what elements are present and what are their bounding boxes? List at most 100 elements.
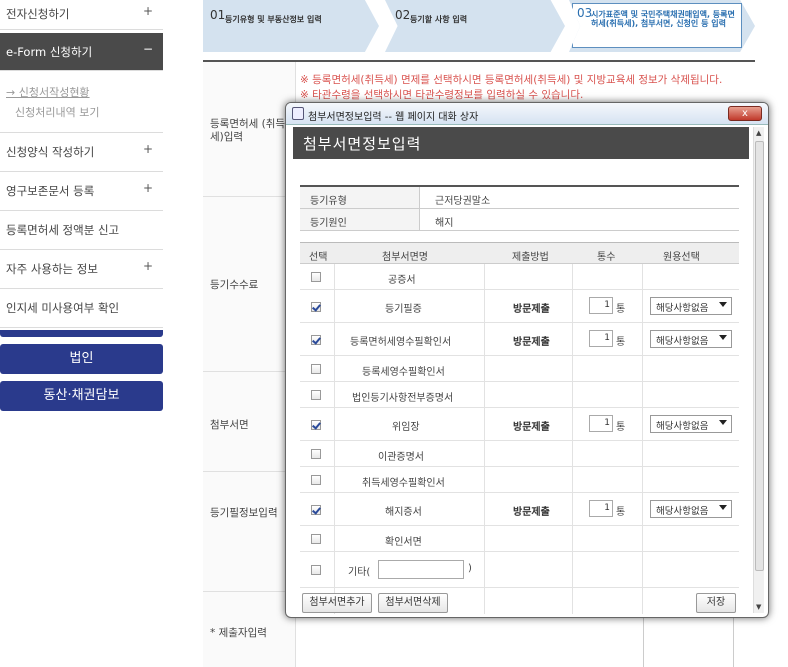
- info-key-cell: 등기유형: [300, 187, 420, 208]
- attachment-name: 등록세영수필확인서: [362, 367, 445, 378]
- sidebar-item-label: 신청양식 작성하기: [6, 145, 95, 159]
- attachment-name: 공증서: [388, 275, 416, 286]
- step-number: 01: [210, 8, 226, 22]
- table-header: 선택 첨부서면명 제출방법 통수 원용선택: [300, 242, 739, 264]
- expand-icon[interactable]: +: [143, 142, 153, 156]
- divider: [0, 330, 163, 337]
- row-checkbox[interactable]: [311, 272, 321, 282]
- table-row: 등록면허세영수필확인서 방문제출 1 통 해당사항없음: [300, 323, 739, 356]
- info-row: 등기원인 해지: [300, 209, 739, 231]
- scroll-thumb[interactable]: [755, 141, 764, 571]
- sidebar-item-stamp-tax-check[interactable]: 인지세 미사용여부 확인: [0, 289, 163, 328]
- table-row: 등록세영수필확인서: [300, 356, 739, 382]
- row-checkbox[interactable]: [311, 302, 321, 312]
- scroll-down-icon[interactable]: ▼: [756, 603, 761, 611]
- attachment-name: 등록면허세영수필확인서: [350, 337, 452, 348]
- sidebar-item-registration-tax[interactable]: 등록면허세 정액분 신고: [0, 211, 163, 250]
- info-row: 등기유형 근저당권말소: [300, 187, 739, 209]
- sidebar-subitem-application-status[interactable]: → 신청서작성현황: [6, 84, 90, 100]
- corporation-button[interactable]: 법인: [0, 344, 163, 374]
- row-checkbox[interactable]: [311, 335, 321, 345]
- close-button[interactable]: x: [728, 106, 762, 121]
- row-checkbox[interactable]: [311, 449, 321, 459]
- attachment-table: 선택 첨부서면명 제출방법 통수 원용선택 공증서 등기필증 방문제출 1 통 …: [300, 242, 739, 614]
- reference-select[interactable]: 해당사항없음: [650, 415, 732, 433]
- step-1: 01 등기유형 및 부동산정보 입력: [203, 0, 379, 52]
- dialog-window-title: 첨부서면정보입력 -- 웹 페이지 대화 상자: [308, 112, 479, 123]
- reference-select[interactable]: 해당사항없음: [650, 297, 732, 315]
- attachment-name: 이관증명서: [378, 452, 424, 463]
- row-checkbox[interactable]: [311, 565, 321, 575]
- form-row-label: 등록면허세 (취득세)입력: [210, 118, 286, 143]
- form-row-label: * 제출자입력: [210, 627, 267, 639]
- step-label: 등기유형 및 부동산정보 입력: [225, 15, 322, 24]
- step-label: 등기할 사항 입력: [410, 15, 468, 24]
- etc-input[interactable]: [378, 560, 464, 579]
- count-input[interactable]: 1: [589, 330, 613, 347]
- form-row-label: 등기필정보입력: [210, 507, 278, 519]
- count-unit: 통: [616, 304, 626, 315]
- form-row-header: 등록면허세 (취득세)입력: [203, 62, 296, 196]
- info-key: 등기원인: [310, 218, 347, 229]
- step-2: 02 등기할 사항 입력: [385, 0, 565, 52]
- sidebar-item-write-form[interactable]: 신청양식 작성하기 +: [0, 133, 163, 172]
- scrollbar[interactable]: ▲ ▼: [753, 127, 764, 613]
- row-checkbox[interactable]: [311, 364, 321, 374]
- dialog-header: 첨부서면정보입력: [293, 127, 749, 159]
- select-value: 해당사항없음: [656, 421, 709, 432]
- scroll-up-icon[interactable]: ▲: [756, 129, 761, 137]
- select-value: 해당사항없음: [656, 336, 709, 347]
- sidebar-item-e-application[interactable]: 전자신청하기 +: [0, 0, 163, 30]
- sidebar-subitem-processing-history[interactable]: 신청처리내역 보기: [15, 104, 99, 120]
- registration-info-table: 등기유형 근저당권말소 등기원인 해지: [300, 185, 739, 231]
- table-row: 위임장 방문제출 1 통 해당사항없음: [300, 408, 739, 441]
- reference-select[interactable]: 해당사항없음: [650, 500, 732, 518]
- row-checkbox[interactable]: [311, 534, 321, 544]
- attachment-name: 확인서면: [385, 537, 422, 548]
- count-input[interactable]: 1: [589, 297, 613, 314]
- form-row-header: 등기필정보입력: [203, 472, 296, 591]
- table-row: 취득세영수필확인서: [300, 467, 739, 493]
- count-input[interactable]: 1: [589, 500, 613, 517]
- add-attachment-button[interactable]: 첨부서면추가: [302, 593, 372, 613]
- sidebar-item-permanent-docs[interactable]: 영구보존문서 등록 +: [0, 172, 163, 211]
- dialog-heading: 첨부서면정보입력: [303, 135, 422, 153]
- expand-icon[interactable]: +: [143, 259, 153, 273]
- table-row-etc: 기타( ): [300, 552, 739, 588]
- attachment-name: 법인등기사항전부증명서: [352, 393, 454, 404]
- select-value: 해당사항없음: [656, 506, 709, 517]
- divider: [642, 264, 643, 614]
- save-button[interactable]: 저장: [696, 593, 736, 613]
- row-checkbox[interactable]: [311, 475, 321, 485]
- step-3: 03 시가표준액 및 국민주택채권매입액, 등록면허세(취득세), 첨부서면, …: [569, 0, 755, 52]
- sidebar-item-label: 영구보존문서 등록: [6, 184, 95, 198]
- table-row: 해지증서 방문제출 1 통 해당사항없음: [300, 493, 739, 526]
- dialog-titlebar[interactable]: 첨부서면정보입력 -- 웹 페이지 대화 상자 x: [286, 103, 768, 125]
- sidebar-item-eform[interactable]: e-Form 신청하기 −: [0, 33, 163, 71]
- attachment-name: 해지증서: [385, 507, 422, 518]
- count-input[interactable]: 1: [589, 415, 613, 432]
- table-row: 이관증명서: [300, 441, 739, 467]
- info-value: 해지: [435, 218, 454, 229]
- dropdown-arrow-icon: [719, 420, 727, 425]
- sidebar-item-frequent-info[interactable]: 자주 사용하는 정보 +: [0, 250, 163, 289]
- expand-icon[interactable]: +: [143, 4, 153, 18]
- reference-select[interactable]: 해당사항없음: [650, 330, 732, 348]
- table-row: 확인서면: [300, 526, 739, 552]
- sidebar-item-label: 인지세 미사용여부 확인: [6, 301, 120, 315]
- count-unit: 통: [616, 422, 626, 433]
- row-checkbox[interactable]: [311, 420, 321, 430]
- movable-asset-button[interactable]: 동산·채권담보: [0, 381, 163, 411]
- info-key: 등기유형: [310, 196, 347, 207]
- sidebar-item-label: 전자신청하기: [6, 7, 70, 21]
- sidebar-item-label: 자주 사용하는 정보: [6, 262, 98, 276]
- attachment-name: 위임장: [392, 422, 420, 433]
- expand-icon[interactable]: +: [143, 181, 153, 195]
- column-header: 통수: [597, 252, 616, 263]
- delete-attachment-button[interactable]: 첨부서면삭제: [378, 593, 448, 613]
- row-checkbox[interactable]: [311, 390, 321, 400]
- submit-method: 방문제출: [513, 422, 550, 433]
- row-checkbox[interactable]: [311, 505, 321, 515]
- collapse-icon[interactable]: −: [143, 42, 153, 56]
- info-value: 근저당권말소: [435, 196, 491, 207]
